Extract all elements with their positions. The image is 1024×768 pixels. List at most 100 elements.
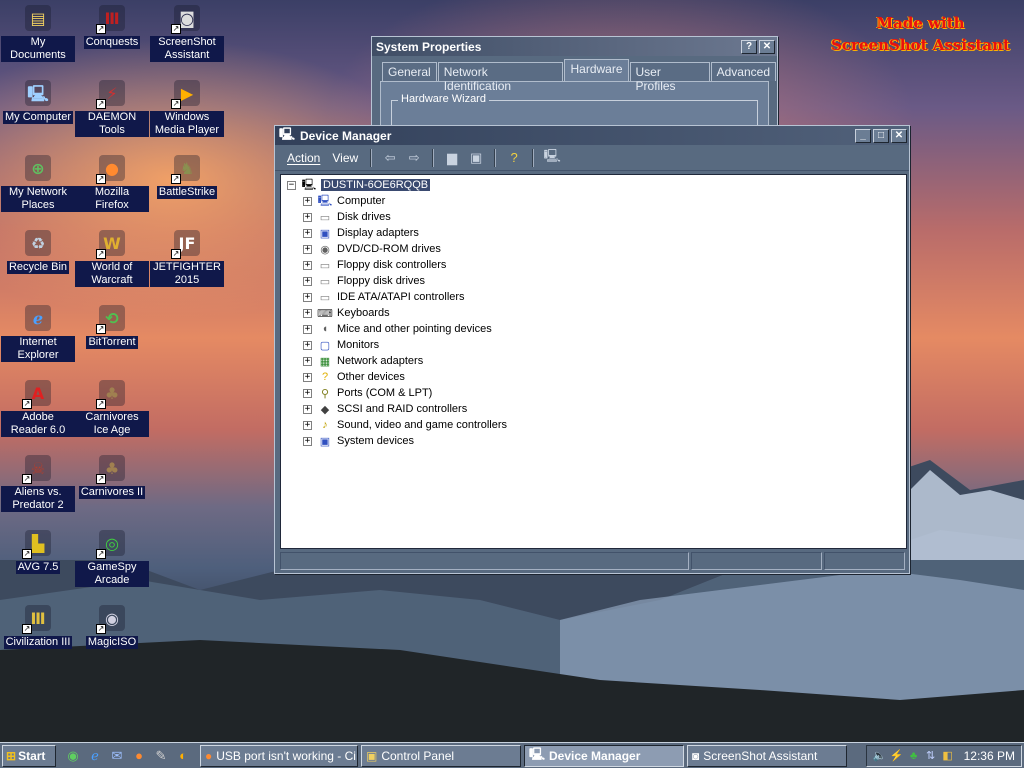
tree-node[interactable]: + ▦ Network adapters	[303, 353, 423, 369]
desktop-icon[interactable]: ⟲ ↗ BitTorrent	[75, 302, 149, 349]
tree-node[interactable]: + ▭ Floppy disk controllers	[303, 257, 446, 273]
tree-node[interactable]: + ◉ DVD/CD-ROM drives	[303, 241, 441, 257]
close-button[interactable]: ✕	[891, 128, 907, 143]
my-computer-icon: 🖳	[22, 77, 54, 109]
device-manager-titlebar[interactable]: 🖳 Device Manager _ □ ✕	[275, 126, 909, 145]
tree-node[interactable]: + ▣ System devices	[303, 433, 414, 449]
expand-toggle[interactable]: +	[303, 420, 312, 430]
back-arrow-icon[interactable]: ⇦	[381, 149, 399, 167]
start-button[interactable]: ⊞ Start	[2, 744, 56, 767]
network-icon[interactable]: ⇅	[924, 749, 938, 763]
expand-toggle[interactable]: +	[303, 276, 312, 286]
tab-advanced[interactable]: Advanced	[710, 62, 776, 81]
desktop-icon[interactable]: ℯ Internet Explorer	[1, 302, 75, 362]
device-tree[interactable]: − 🖳 DUSTIN-6OE6RQQB + 🖳 Computer + ▭ Disk dri…	[280, 174, 907, 549]
tree-node[interactable]: + 🖳 Computer	[303, 193, 385, 209]
folder-icon[interactable]: ▆	[443, 149, 461, 167]
tree-node[interactable]: + ▭ IDE ATA/ATAPI controllers	[303, 289, 465, 305]
system-properties-titlebar[interactable]: System Properties ? ✕	[372, 37, 777, 56]
daemon-tools-icon[interactable]: ⚡	[890, 749, 904, 763]
desktop-icon[interactable]: JF ↗ JETFIGHTER 2015	[150, 227, 224, 287]
device-manager-window: 🖳 Device Manager _ □ ✕ Action View ⇦ ⇨ ▆…	[274, 125, 910, 574]
system-device-icon: ▣	[319, 435, 331, 448]
expand-toggle[interactable]: +	[303, 308, 312, 318]
expand-toggle[interactable]: +	[303, 372, 312, 382]
expand-toggle[interactable]: +	[303, 388, 312, 398]
tab-user-profiles[interactable]: User Profiles	[629, 62, 710, 93]
tab-general[interactable]: General	[382, 62, 437, 81]
help-icon[interactable]: ?	[505, 149, 523, 167]
expand-toggle[interactable]: +	[303, 436, 312, 446]
messenger-icon[interactable]: ♣	[907, 749, 921, 763]
desktop-icon[interactable]: ⚡ ↗ DAEMON Tools	[75, 77, 149, 137]
maximize-button[interactable]: □	[873, 128, 889, 143]
desktop-icon[interactable]: Ⅲ ↗ Civilization III	[1, 602, 75, 649]
desktop-icon[interactable]: ♣ ↗ Carnivores Ice Age	[75, 377, 149, 437]
close-button[interactable]: ✕	[759, 39, 775, 54]
desktop-icon[interactable]: A ↗ Adobe Reader 6.0	[1, 377, 75, 437]
expand-toggle[interactable]: +	[303, 228, 312, 238]
expand-toggle[interactable]: +	[303, 324, 312, 334]
desktop-icon[interactable]: ⊕ My Network Places	[1, 152, 75, 212]
tree-node[interactable]: + ◖ Mice and other pointing devices	[303, 321, 492, 337]
task-control-panel[interactable]: ▣ Control Panel	[361, 744, 521, 767]
firefox-icon[interactable]: ●	[130, 747, 148, 765]
desktop-icon[interactable]: Ⅲ ↗ Conquests	[75, 2, 149, 49]
media-icon[interactable]: ✎	[152, 747, 170, 765]
desktop-icon[interactable]: ▶ ↗ Windows Media Player	[150, 77, 224, 137]
clock[interactable]: 12:36 PM	[964, 749, 1015, 763]
tree-node[interactable]: + ▢ Monitors	[303, 337, 379, 353]
desktop-icon[interactable]: ♻ Recycle Bin	[1, 227, 75, 274]
tree-node[interactable]: + ▭ Disk drives	[303, 209, 391, 225]
tree-node[interactable]: + ⌨ Keyboards	[303, 305, 390, 321]
outlook-icon[interactable]: ✉	[108, 747, 126, 765]
desktop-icon[interactable]: W ↗ World of Warcraft	[75, 227, 149, 287]
menu-action[interactable]: Action	[287, 151, 320, 165]
menu-view[interactable]: View	[332, 151, 358, 165]
expand-toggle[interactable]: +	[303, 356, 312, 366]
tree-node[interactable]: + ♪ Sound, video and game controllers	[303, 417, 507, 433]
avg-icon[interactable]: ◧	[941, 749, 955, 763]
desktop-icon[interactable]: ☠ ↗ Aliens vs. Predator 2	[1, 452, 75, 512]
tree-node[interactable]: +? Other devices	[303, 369, 405, 385]
desktop-icon[interactable]: ▤ My Documents	[1, 2, 75, 62]
tab-hardware[interactable]: Hardware	[564, 59, 629, 81]
desktop-icon[interactable]: ♣ ↗ Carnivores II	[75, 452, 149, 499]
expand-toggle[interactable]: +	[303, 340, 312, 350]
expand-toggle[interactable]: +	[303, 292, 312, 302]
tree-node[interactable]: + ▭ Floppy disk drives	[303, 273, 425, 289]
device-manager-toolbar: Action View ⇦ ⇨ ▆ ▣ ? 🖳	[275, 145, 909, 171]
expand-toggle[interactable]: +	[303, 404, 312, 414]
svg-text:●: ●	[105, 159, 119, 178]
minimize-button[interactable]: _	[855, 128, 871, 143]
show-desktop-icon[interactable]: ◉	[64, 747, 82, 765]
desktop-icon[interactable]: ◉ ↗ MagicISO	[75, 602, 149, 649]
tree-node[interactable]: + ▣ Display adapters	[303, 225, 419, 241]
expand-toggle[interactable]: +	[303, 260, 312, 270]
desktop-icon[interactable]: ◙ ↗ ScreenShot Assistant	[150, 2, 224, 62]
expand-toggle[interactable]: +	[303, 212, 312, 222]
volume-icon[interactable]: 🔈	[873, 749, 887, 763]
task-screenshot-assistant[interactable]: ◙ ScreenShot Assistant	[687, 744, 847, 767]
internet-explorer-icon[interactable]: ℯ	[86, 747, 104, 765]
tree-node[interactable]: + ⚲ Ports (COM & LPT)	[303, 385, 432, 401]
desktop-icon[interactable]: 🖳 My Computer	[1, 77, 75, 124]
collapse-toggle[interactable]: −	[287, 180, 296, 190]
desktop-icon[interactable]: ◎ ↗ GameSpy Arcade	[75, 527, 149, 587]
expand-toggle[interactable]: +	[303, 196, 312, 206]
desktop-icon[interactable]: ▙ ↗ AVG 7.5	[1, 527, 75, 574]
media-player-icon[interactable]: ◐	[174, 747, 192, 765]
help-button[interactable]: ?	[741, 39, 757, 54]
properties-icon[interactable]: ▣	[467, 149, 485, 167]
tree-node[interactable]: + ◆ SCSI and RAID controllers	[303, 401, 467, 417]
tab-network-identification[interactable]: Network Identification	[437, 62, 564, 93]
task-device-manager[interactable]: 🖳 Device Manager	[524, 744, 684, 767]
desktop-icon[interactable]: ♞ ↗ BattleStrike	[150, 152, 224, 199]
tree-root[interactable]: − 🖳 DUSTIN-6OE6RQQB	[287, 177, 431, 193]
scan-hardware-icon[interactable]: 🖳	[543, 148, 561, 167]
shortcut-arrow-icon: ↗	[171, 24, 181, 34]
forward-arrow-icon[interactable]: ⇨	[405, 149, 423, 167]
desktop-icon[interactable]: ● ↗ Mozilla Firefox	[75, 152, 149, 212]
task-firefox[interactable]: ● USB port isn't working - Ci...	[200, 744, 358, 767]
expand-toggle[interactable]: +	[303, 244, 312, 254]
